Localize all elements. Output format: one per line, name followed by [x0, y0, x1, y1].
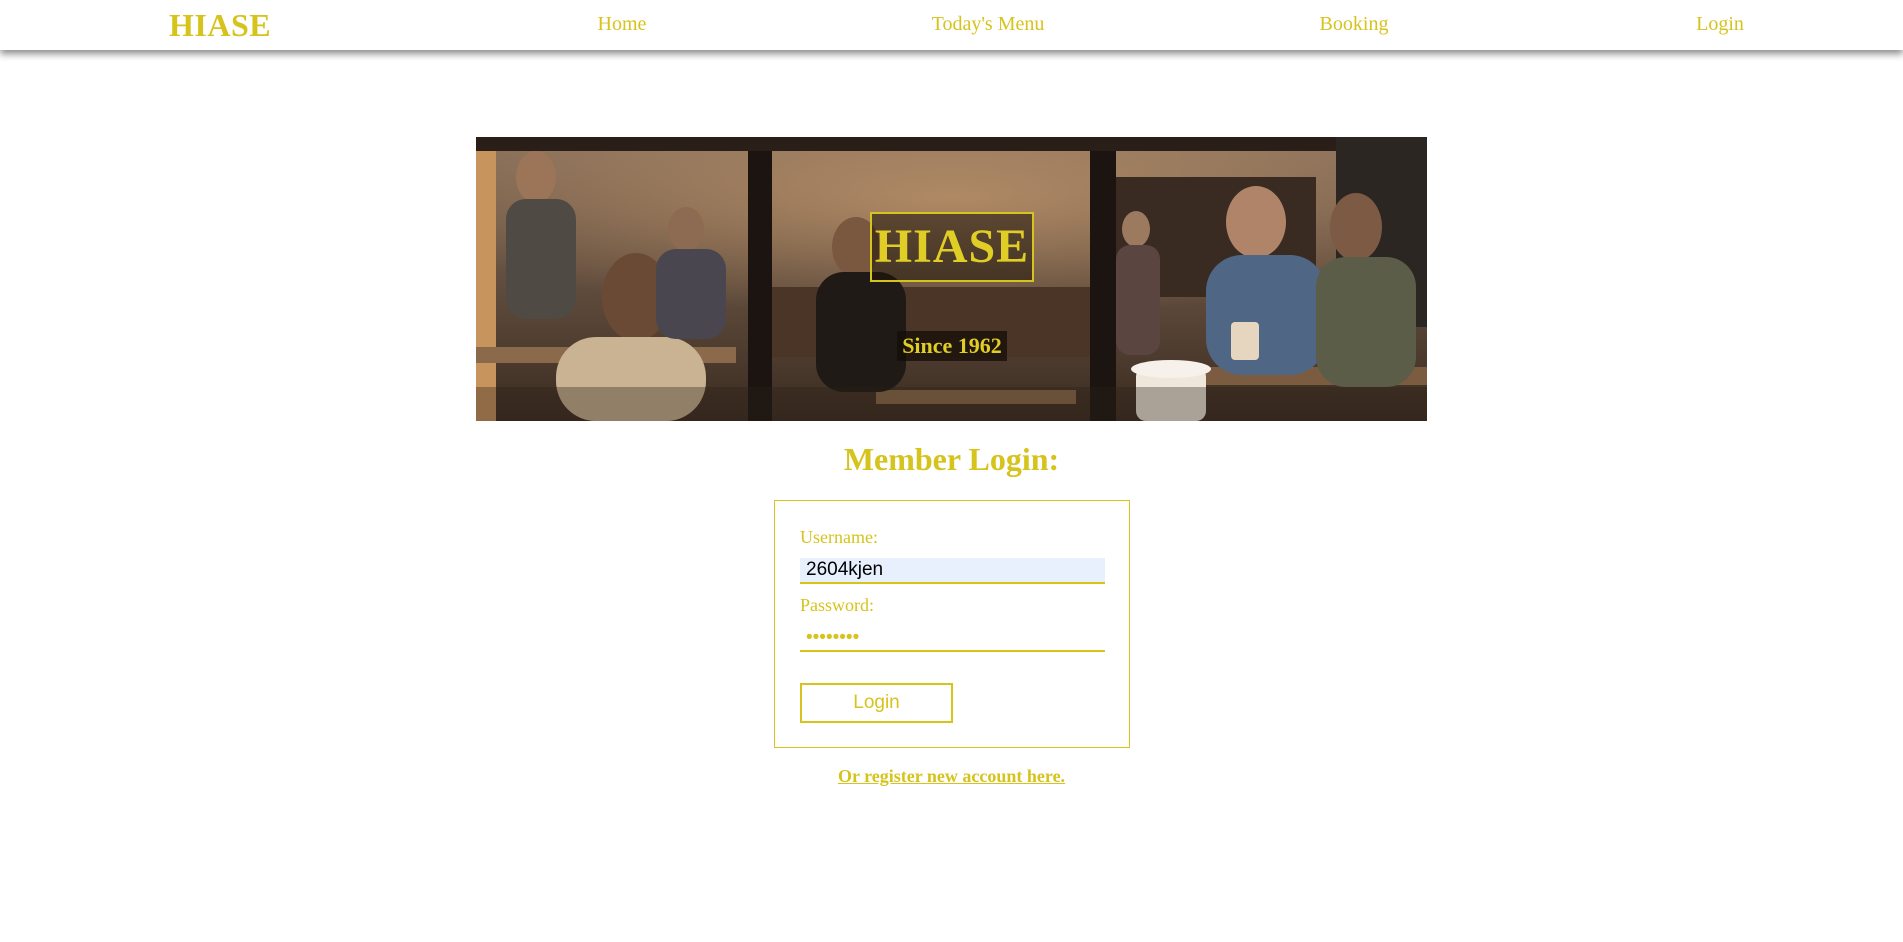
password-label: Password: — [800, 595, 875, 615]
nav-item-login[interactable]: Login — [1696, 13, 1744, 36]
hero-banner-image: HIASE Since 1962 — [476, 137, 1427, 421]
username-field[interactable] — [800, 558, 1105, 584]
nav-item-booking[interactable]: Booking — [1320, 13, 1389, 36]
banner-logo-text: HIASE — [870, 212, 1034, 282]
register-link[interactable]: Or register new account here. — [838, 766, 1065, 786]
banner-tagline: Since 1962 — [897, 331, 1007, 361]
page-title: Member Login: — [843, 441, 1060, 477]
nav-item-home[interactable]: Home — [598, 13, 647, 36]
password-field[interactable] — [800, 626, 1105, 652]
login-button[interactable]: Login — [800, 683, 953, 723]
brand-logo-link[interactable]: HIASE — [169, 7, 271, 44]
login-form: Username: Password: Login — [774, 500, 1130, 748]
top-navbar: HIASE Home Today's Menu Booking Login — [0, 0, 1903, 50]
register-link-container: Or register new account here. — [0, 766, 1903, 787]
nav-item-todays-menu[interactable]: Today's Menu — [932, 13, 1045, 36]
username-label: Username: — [800, 527, 878, 547]
